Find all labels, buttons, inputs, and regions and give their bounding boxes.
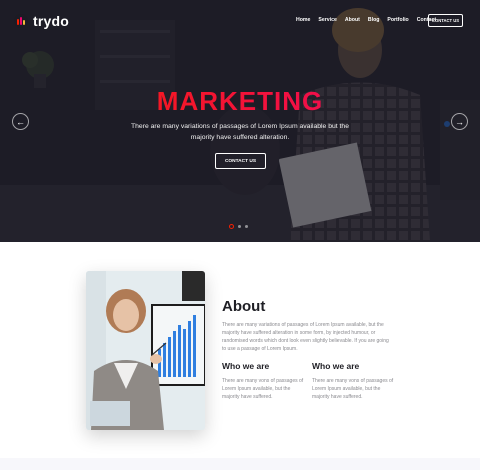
hero-description: There are many variations of passages of… xyxy=(131,123,349,141)
hero-contact-button[interactable]: CONTACT US xyxy=(215,153,266,169)
nav-item-home[interactable]: Home xyxy=(296,17,310,23)
about-image xyxy=(86,271,205,430)
about-title: About xyxy=(222,298,266,315)
about-column-heading: Who we are xyxy=(312,361,360,371)
about-column-heading: Who we are xyxy=(222,361,270,371)
about-column-text: There are many vons of passages of Lorem… xyxy=(312,378,394,400)
hero-slider: trydo Home Service About Blog Portfolio … xyxy=(0,0,480,242)
nav-item-about[interactable]: About xyxy=(345,17,360,23)
nav-item-blog[interactable]: Blog xyxy=(368,17,380,23)
about-photo xyxy=(86,271,205,430)
slider-dot-2[interactable] xyxy=(238,225,241,228)
brand-logo[interactable]: trydo xyxy=(14,13,69,29)
slider-dots xyxy=(229,224,248,229)
header-contact-button[interactable]: CONTACT US xyxy=(428,14,463,27)
nav-item-portfolio[interactable]: Portfolio xyxy=(387,17,408,23)
logo-icon xyxy=(14,14,28,28)
hero-title: MARKETING xyxy=(0,86,480,117)
about-description: There are many variations of passages of… xyxy=(222,322,389,352)
about-column: Who we are There are many vons of passag… xyxy=(222,361,307,401)
main-nav: Home Service About Blog Portfolio Contac… xyxy=(296,17,436,23)
nav-item-service[interactable]: Service xyxy=(318,17,336,23)
about-column-text: There are many vons of passages of Lorem… xyxy=(222,378,304,400)
about-column: Who we are There are many vons of passag… xyxy=(312,361,397,401)
slider-dot-3[interactable] xyxy=(245,225,248,228)
brand-name: trydo xyxy=(33,13,69,29)
slider-dot-1[interactable] xyxy=(229,224,234,229)
next-section-band xyxy=(0,458,480,470)
